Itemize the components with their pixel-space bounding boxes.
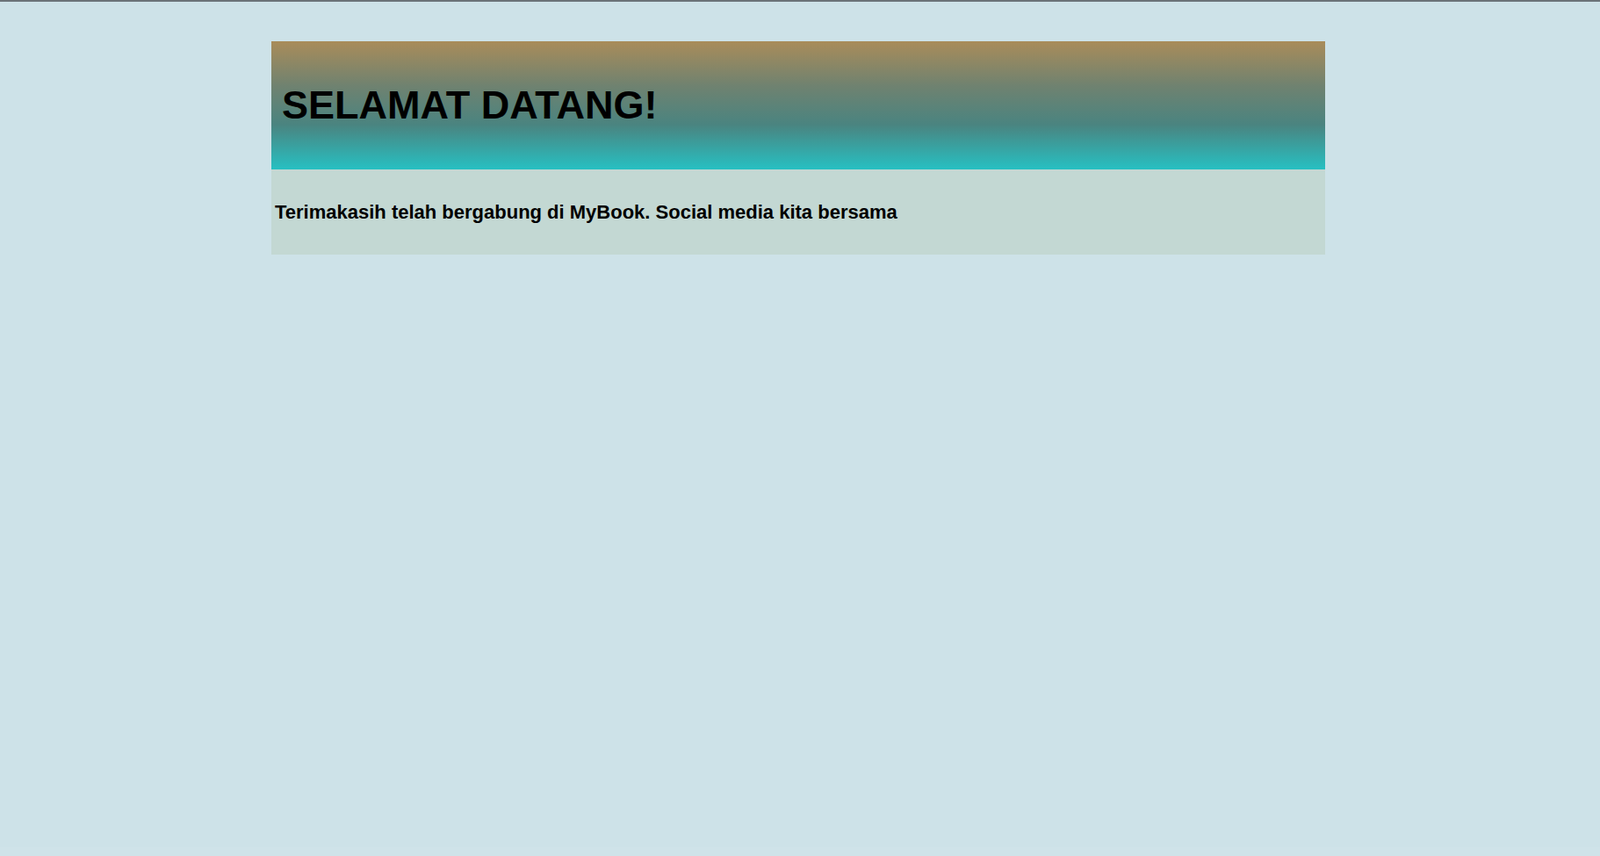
background-photo: SELAMAT DATANG! Terimakasih telah bergab… xyxy=(0,1,1600,848)
welcome-panel: SELAMAT DATANG! Terimakasih telah bergab… xyxy=(271,41,1326,255)
welcome-title: SELAMAT DATANG! xyxy=(281,82,657,129)
welcome-message: Terimakasih telah bergabung di MyBook. S… xyxy=(274,197,898,227)
welcome-message-bar: Terimakasih telah bergabung di MyBook. S… xyxy=(271,169,1326,255)
welcome-header: SELAMAT DATANG! xyxy=(271,41,1326,170)
